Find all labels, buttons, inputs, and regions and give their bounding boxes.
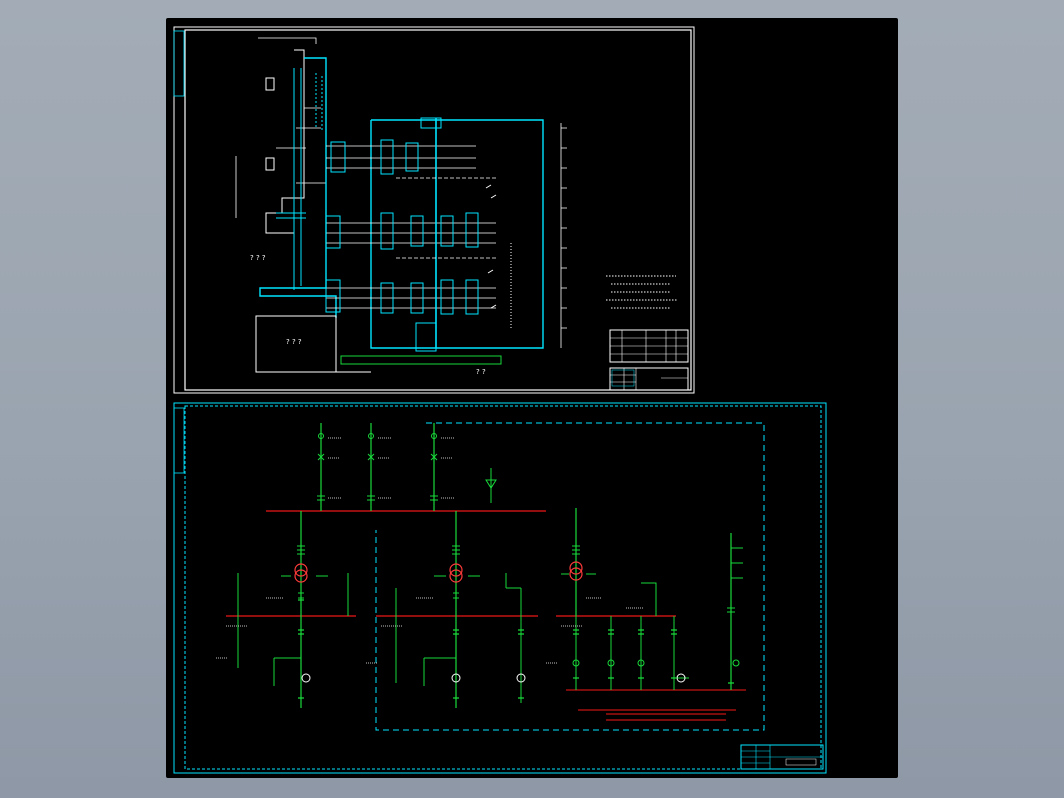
title-block-2[interactable]	[740, 744, 824, 770]
building-wall-left	[265, 49, 305, 234]
dc-distribution-bars	[566, 689, 746, 721]
notes-block	[606, 275, 678, 309]
transformer-bay-3[interactable]	[561, 508, 596, 616]
transformer-bay-1[interactable]	[281, 511, 328, 616]
switchgear-room	[370, 119, 544, 349]
transformer-bay-2[interactable]	[434, 511, 480, 616]
cable-trench-branch	[293, 68, 302, 290]
cad-viewport[interactable]: ? ? ? ? ? ? ? ?	[166, 18, 898, 778]
dimension-line-top	[258, 37, 317, 44]
dimension-chain-right	[560, 123, 567, 348]
surge-arrester[interactable]	[485, 468, 497, 503]
sheet-layout-plan[interactable]: ? ? ? ? ? ? ? ?	[173, 26, 695, 394]
binding-strip-2	[173, 407, 185, 474]
equipment-row-2[interactable]	[325, 212, 496, 250]
motor-icon	[301, 673, 311, 683]
title-block-1[interactable]	[609, 367, 689, 391]
room-label-bottom: ? ? ?	[286, 338, 302, 346]
sheet-inner-frame	[184, 29, 692, 391]
incoming-feeder-3[interactable]	[430, 423, 455, 511]
equipment-row-1[interactable]	[326, 117, 476, 175]
isolator-symbols	[485, 184, 497, 309]
sheet-single-line-diagram[interactable]	[173, 402, 827, 774]
door-symbol-1	[265, 77, 275, 91]
cable-trench-main	[259, 57, 337, 318]
cable-ladder	[315, 73, 323, 130]
equipment-row-3[interactable]	[325, 279, 496, 352]
drawing-canvas[interactable]: ? ? ? ? ? ? ? ?	[166, 18, 898, 778]
incoming-feeder-1[interactable]	[317, 423, 342, 511]
outgoing-feeders[interactable]	[237, 533, 743, 708]
equipment-table[interactable]	[609, 329, 689, 363]
annotation-ticks	[216, 597, 644, 664]
floor-label: ? ?	[476, 368, 486, 376]
cable-tray-bottom	[340, 355, 502, 365]
sheet2-outer-frame	[173, 402, 827, 774]
room-label-left: ? ? ?	[250, 254, 266, 262]
breaker-markers	[298, 599, 734, 699]
door-symbol-2	[265, 157, 275, 171]
binding-strip	[173, 30, 185, 97]
incoming-feeder-2[interactable]	[367, 423, 392, 511]
